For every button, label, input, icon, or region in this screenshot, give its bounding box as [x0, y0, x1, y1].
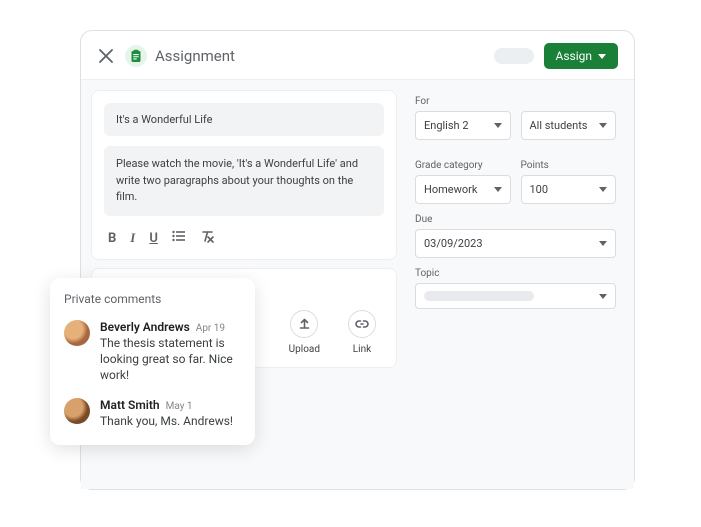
for-label: For [415, 96, 616, 107]
editor-panel: It's a Wonderful Life Please watch the m… [91, 90, 397, 260]
comment-item: Beverly Andrews Apr 19 The thesis statem… [64, 320, 241, 384]
points-value: 100 [530, 183, 549, 196]
link-icon [355, 319, 369, 329]
page-title: Assignment [155, 47, 235, 65]
due-label: Due [415, 214, 616, 225]
link-label: Link [353, 344, 371, 355]
instructions-field[interactable]: Please watch the movie, 'It's a Wonderfu… [104, 146, 384, 216]
right-column: For English 2 All students Grade categor… [407, 90, 624, 479]
grade-category-label: Grade category [415, 160, 511, 171]
comment-text: The thesis statement is looking great so… [100, 335, 241, 384]
clear-formatting-icon[interactable] [200, 230, 214, 247]
topic-select[interactable] [415, 283, 616, 309]
points-select[interactable]: 100 [521, 175, 617, 204]
saved-state-pill [494, 48, 534, 64]
assignment-icon [125, 45, 147, 67]
underline-icon[interactable]: U [149, 231, 158, 246]
class-select-value: English 2 [424, 119, 469, 132]
bold-icon[interactable]: B [108, 231, 116, 246]
caret-down-icon [599, 123, 607, 128]
comment-author: Beverly Andrews [100, 320, 190, 334]
format-toolbar: B I U [104, 226, 384, 247]
caret-down-icon [599, 294, 607, 299]
caret-down-icon [599, 241, 607, 246]
topic-placeholder [424, 291, 534, 301]
private-comments-title: Private comments [64, 292, 241, 306]
students-select-value: All students [530, 119, 588, 132]
avatar [64, 320, 90, 346]
link-button[interactable] [348, 310, 376, 338]
assign-button-label: Assign [556, 49, 593, 63]
upload-button[interactable] [290, 310, 318, 338]
bulleted-list-icon[interactable] [172, 230, 186, 246]
upload-label: Upload [289, 344, 320, 355]
caret-down-icon [494, 123, 502, 128]
points-label: Points [521, 160, 617, 171]
title-field[interactable]: It's a Wonderful Life [104, 103, 384, 136]
comment-item: Matt Smith May 1 Thank you, Ms. Andrews! [64, 398, 241, 429]
grade-category-select[interactable]: Homework [415, 175, 511, 204]
assign-button[interactable]: Assign [544, 43, 619, 69]
caret-down-icon [494, 187, 502, 192]
caret-down-icon [599, 187, 607, 192]
upload-icon [298, 317, 311, 330]
comment-date: Apr 19 [196, 323, 225, 334]
topbar: Assignment Assign [81, 31, 634, 80]
comment-author: Matt Smith [100, 398, 160, 412]
avatar [64, 398, 90, 424]
topic-label: Topic [415, 268, 616, 279]
italic-icon[interactable]: I [130, 230, 135, 246]
due-date-value: 03/09/2023 [424, 237, 483, 250]
caret-down-icon [598, 54, 606, 59]
attach-upload: Upload [289, 310, 320, 355]
class-select[interactable]: English 2 [415, 111, 511, 140]
close-icon[interactable] [97, 47, 115, 65]
private-comments-popup: Private comments Beverly Andrews Apr 19 … [50, 278, 255, 445]
due-date-select[interactable]: 03/09/2023 [415, 229, 616, 258]
comment-text: Thank you, Ms. Andrews! [100, 413, 241, 429]
grade-category-value: Homework [424, 183, 477, 196]
students-select[interactable]: All students [521, 111, 617, 140]
comment-date: May 1 [166, 401, 193, 412]
attach-link: Link [348, 310, 376, 355]
